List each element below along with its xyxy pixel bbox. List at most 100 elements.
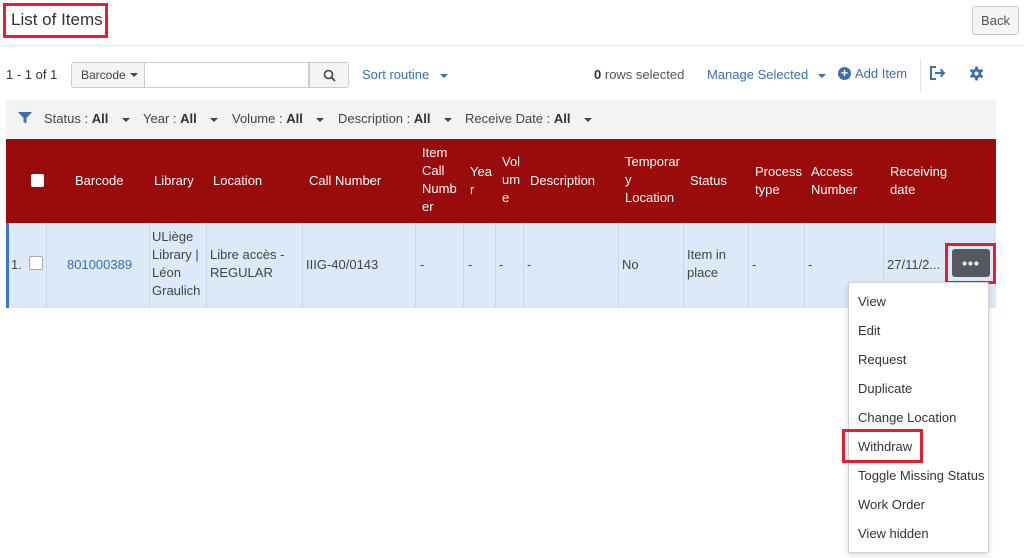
cell-line: Léon (152, 265, 181, 280)
menu-item-view-hidden[interactable]: View hidden (858, 526, 929, 541)
barcode-link[interactable]: 801000389 (67, 256, 132, 274)
rows-selected-status: 0 rows selected (594, 67, 684, 82)
toolbar-divider (920, 58, 921, 92)
cell-description: - (527, 257, 532, 272)
cell-item-call-number: - (420, 257, 425, 272)
filter-status-label: Status : (44, 111, 89, 126)
cell-line: Item in (687, 247, 727, 262)
menu-item-toggle-missing-status[interactable]: Toggle Missing Status (858, 468, 984, 483)
filter-icon (18, 112, 32, 124)
filter-volume-label: Volume : (232, 111, 283, 126)
header-line: um (502, 172, 521, 187)
column-header-volume[interactable]: Vol um e (502, 153, 520, 207)
table-header: Barcode Library Location Call Number Ite… (6, 139, 996, 223)
rows-selected-text: rows selected (604, 67, 685, 82)
column-header-year[interactable]: Yea r (470, 163, 492, 199)
filter-volume-value: All (286, 111, 303, 126)
header-line: e (502, 190, 510, 205)
menu-item-work-order[interactable]: Work Order (858, 497, 925, 512)
caret-down-icon (584, 117, 593, 122)
filter-status-value: All (91, 111, 109, 126)
sort-routine-dropdown[interactable]: Sort routine (362, 67, 448, 82)
column-header-status[interactable]: Status (690, 139, 727, 223)
menu-item-edit[interactable]: Edit (858, 323, 880, 338)
manage-selected-dropdown[interactable]: Manage Selected (707, 67, 826, 82)
menu-item-change-location[interactable]: Change Location (858, 410, 956, 425)
filter-receive-date-label: Receive Date : (465, 111, 551, 126)
cell-receiving-date: 27/11/2... (887, 257, 941, 272)
search-field-label: Barcode (81, 68, 126, 82)
cell-access-number: - (808, 257, 813, 272)
row-index: 1. (11, 257, 22, 272)
search-input[interactable] (145, 62, 309, 88)
header-line: y (625, 172, 632, 187)
column-header-call-number[interactable]: Call Number (309, 139, 381, 223)
cell-divider (302, 223, 303, 308)
column-header-receiving-date[interactable]: Receiving date (890, 163, 947, 199)
settings-button[interactable] (969, 66, 984, 84)
cell-line: Libre accès - (210, 247, 285, 262)
column-header-barcode[interactable]: Barcode (75, 139, 123, 223)
filter-description[interactable]: Description : All (338, 111, 453, 126)
column-header-temporary-location[interactable]: Temporar y Location (625, 153, 680, 207)
manage-selected-label: Manage Selected (707, 67, 809, 82)
cell-location: Libre accès - REGULAR (210, 246, 284, 282)
add-item-label: Add Item (855, 66, 908, 81)
add-item-button[interactable]: + Add Item (838, 66, 907, 81)
menu-item-request[interactable]: Request (858, 352, 906, 367)
search-button[interactable] (309, 62, 349, 88)
search-icon (323, 69, 336, 82)
title-highlight (3, 3, 108, 38)
row-actions-menu: View Edit Request Duplicate Change Locat… (848, 282, 989, 553)
filter-year-label: Year : (143, 111, 177, 126)
filter-year[interactable]: Year : All (143, 111, 219, 126)
back-button[interactable]: Back (972, 6, 1019, 35)
caret-down-icon (439, 73, 448, 78)
cell-divider (495, 223, 496, 308)
header-line: Process (755, 164, 802, 179)
column-header-description[interactable]: Description (530, 139, 595, 223)
filter-toggle[interactable] (18, 112, 32, 127)
export-button[interactable] (929, 65, 947, 84)
column-header-process-type[interactable]: Process type (755, 163, 802, 199)
filter-receive-date[interactable]: Receive Date : All (465, 111, 593, 126)
header-line: Call (422, 163, 445, 178)
cell-divider (149, 223, 150, 308)
caret-down-icon (444, 117, 453, 122)
search-field-select[interactable]: Barcode (71, 62, 145, 88)
filter-year-value: All (180, 111, 197, 126)
cell-divider (463, 223, 464, 308)
filter-description-label: Description : (338, 111, 411, 126)
results-count: 1 - 1 of 1 (6, 67, 58, 82)
header-line: date (890, 182, 916, 197)
cell-line: Library | (152, 247, 199, 262)
header-line: r (470, 182, 475, 197)
header-divider (0, 45, 1024, 46)
filter-status[interactable]: Status : All (44, 111, 130, 126)
cell-divider (748, 223, 749, 308)
cell-divider (415, 223, 416, 308)
header-line: type (755, 182, 780, 197)
cell-year: - (468, 257, 473, 272)
column-header-library[interactable]: Library (154, 139, 194, 223)
cell-call-number: IIIG-40/0143 (306, 257, 379, 272)
cell-library: ULiège Library | Léon Graulich (152, 228, 200, 300)
column-header-item-call-number[interactable]: Item Call Numb er (422, 144, 457, 216)
menu-item-duplicate[interactable]: Duplicate (858, 381, 912, 396)
caret-down-icon (316, 117, 325, 122)
rows-selected-count: 0 (594, 67, 602, 82)
column-header-location[interactable]: Location (213, 139, 262, 223)
caret-down-icon (129, 73, 138, 77)
select-all-checkbox[interactable] (31, 174, 44, 187)
cell-line: place (687, 265, 719, 280)
header-line: er (422, 199, 434, 214)
header-line: Vol (502, 154, 521, 169)
withdraw-highlight (842, 429, 923, 463)
menu-item-view[interactable]: View (858, 294, 886, 309)
header-line: Yea (470, 164, 492, 179)
row-checkbox[interactable] (29, 256, 43, 270)
cell-divider (46, 223, 47, 308)
column-header-access-number[interactable]: Access Number (811, 163, 857, 199)
filter-volume[interactable]: Volume : All (232, 111, 325, 126)
caret-down-icon (817, 73, 826, 78)
